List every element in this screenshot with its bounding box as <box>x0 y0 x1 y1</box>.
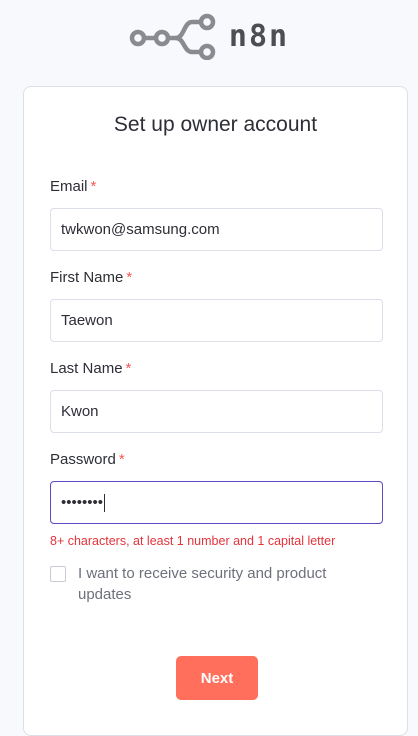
last-name-input[interactable]: Kwon <box>50 390 383 433</box>
security-updates-checkbox[interactable] <box>50 566 66 582</box>
security-updates-option[interactable]: I want to receive security and product u… <box>50 563 370 605</box>
email-label: Email * <box>50 178 97 195</box>
text-caret <box>104 493 106 512</box>
first-name-field-group: First Name * Taewon <box>50 268 383 342</box>
password-requirements-hint: 8+ characters, at least 1 number and 1 c… <box>50 534 336 548</box>
setup-owner-card: Set up owner account Email * twkwon@samsu… <box>23 86 408 736</box>
security-updates-label[interactable]: I want to receive security and product u… <box>78 563 370 605</box>
last-name-field-group: Last Name * Kwon <box>50 359 383 433</box>
email-input[interactable]: twkwon@samsung.com <box>50 208 383 251</box>
password-input[interactable]: •••••••• <box>50 481 383 524</box>
page-title: Set up owner account <box>113 113 318 136</box>
n8n-logo-icon <box>129 13 216 60</box>
required-mark: * <box>126 269 133 286</box>
password-label: Password * <box>50 451 125 468</box>
first-name-input[interactable]: Taewon <box>50 299 383 342</box>
required-mark: * <box>90 178 97 195</box>
last-name-label: Last Name * <box>50 360 132 377</box>
next-button[interactable]: Next <box>176 656 258 700</box>
email-field-group: Email * twkwon@samsung.com <box>50 177 383 251</box>
password-field-group: Password * •••••••• 8+ characters, at lea… <box>50 450 383 548</box>
brand-name: n8n <box>228 18 290 54</box>
brand-logo: n8n <box>0 12 418 60</box>
first-name-label: First Name * <box>50 269 133 286</box>
required-mark: * <box>118 451 125 468</box>
required-mark: * <box>125 360 132 377</box>
